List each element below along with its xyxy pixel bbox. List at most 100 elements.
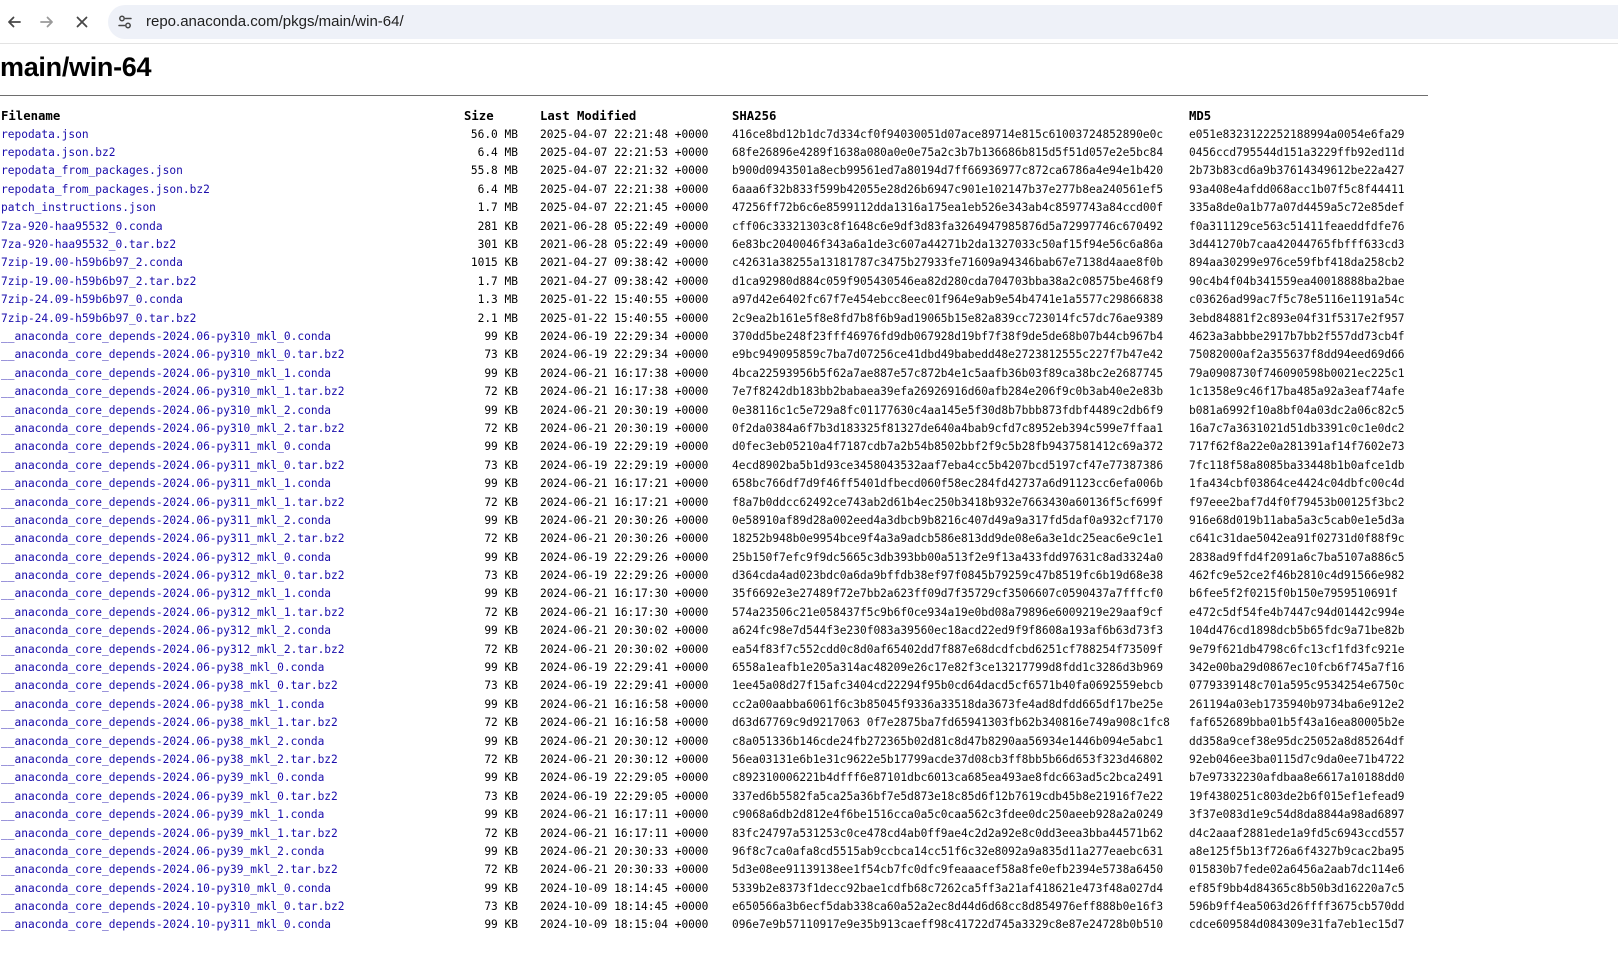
file-link[interactable]: __anaconda_core_depends-2024.06-py39_mkl… bbox=[1, 790, 338, 803]
last-modified-cell: 2024-06-21 20:30:26 +0000 bbox=[540, 513, 709, 527]
md5-cell: 90c4b4f04b341559ea40018888ba2bae bbox=[1189, 274, 1405, 288]
filename-cell: repodata.json.bz2 bbox=[0, 143, 464, 161]
file-link[interactable]: 7zip-19.00-h59b6b97_2.conda bbox=[1, 256, 183, 269]
page-title: main/win-64 bbox=[0, 52, 152, 82]
size-cell: 72 KB bbox=[484, 716, 518, 730]
address-bar[interactable]: repo.anaconda.com/pkgs/main/win-64/ bbox=[108, 5, 1618, 39]
file-link[interactable]: 7zip-19.00-h59b6b97_2.tar.bz2 bbox=[1, 275, 196, 288]
file-link[interactable]: __anaconda_core_depends-2024.10-py310_mk… bbox=[1, 882, 331, 895]
file-link[interactable]: __anaconda_core_depends-2024.06-py311_mk… bbox=[1, 440, 331, 453]
file-link[interactable]: 7za-920-haa95532_0.conda bbox=[1, 220, 163, 233]
md5-cell: 894aa30299e976ce59fbf418da258cb2 bbox=[1189, 256, 1405, 270]
table-row: 7zip-24.09-h59b6b97_0.conda 1.3 MB 2025-01… bbox=[0, 291, 1428, 309]
file-link[interactable]: __anaconda_core_depends-2024.06-py310_mk… bbox=[1, 422, 345, 435]
size-cell: 72 KB bbox=[484, 752, 518, 766]
sha256-cell: 68fe26896e4289f1638a080a0e0e75a2c3b7b136… bbox=[732, 146, 1164, 160]
file-link[interactable]: __anaconda_core_depends-2024.06-py311_mk… bbox=[1, 532, 345, 545]
file-link[interactable]: __anaconda_core_depends-2024.06-py311_mk… bbox=[1, 477, 331, 490]
filename-cell: __anaconda_core_depends-2024.06-py312_mk… bbox=[0, 566, 464, 584]
filename-cell: __anaconda_core_depends-2024.06-py39_mkl… bbox=[0, 861, 464, 879]
file-link[interactable]: repodata_from_packages.json.bz2 bbox=[1, 183, 210, 196]
filename-cell: __anaconda_core_depends-2024.06-py311_mk… bbox=[0, 530, 464, 548]
file-link[interactable]: __anaconda_core_depends-2024.06-py38_mkl… bbox=[1, 735, 324, 748]
file-link[interactable]: __anaconda_core_depends-2024.06-py39_mkl… bbox=[1, 845, 324, 858]
last-modified-cell: 2024-06-21 16:17:30 +0000 bbox=[540, 605, 709, 619]
table-header-row: Filename Size Last Modified SHA256 MD5 bbox=[0, 106, 1428, 125]
table-row: __anaconda_core_depends-2024.06-py310_mk… bbox=[0, 401, 1428, 419]
size-cell: 99 KB bbox=[484, 366, 518, 380]
sha256-cell: 5d3e08ee91139138ee1f54cb7fc0dfc9feaaacef… bbox=[732, 863, 1164, 877]
file-link[interactable]: __anaconda_core_depends-2024.06-py39_mkl… bbox=[1, 808, 324, 821]
file-link[interactable]: repodata.json bbox=[1, 128, 89, 141]
sha256-cell: cc2a00aabba6061f6c3b85045f9336a33518da36… bbox=[732, 697, 1164, 711]
size-cell: 1.3 MB bbox=[477, 293, 518, 307]
table-row: 7zip-19.00-h59b6b97_2.conda 1015 KB 2021-0… bbox=[0, 254, 1428, 272]
file-link[interactable]: __anaconda_core_depends-2024.06-py311_mk… bbox=[1, 459, 345, 472]
sha256-cell: 35f6692e3e27489f72e7bb2a623ff09d7f35729c… bbox=[732, 587, 1164, 601]
file-link[interactable]: __anaconda_core_depends-2024.06-py310_mk… bbox=[1, 367, 331, 380]
filename-cell: __anaconda_core_depends-2024.06-py310_mk… bbox=[0, 401, 464, 419]
size-cell: 2.1 MB bbox=[477, 311, 518, 325]
md5-cell: 717f62f8a22e0a281391af14f7602e73 bbox=[1189, 440, 1405, 454]
filename-cell: __anaconda_core_depends-2024.06-py39_mkl… bbox=[0, 842, 464, 860]
file-link[interactable]: __anaconda_core_depends-2024.06-py312_mk… bbox=[1, 643, 345, 656]
file-link[interactable]: __anaconda_core_depends-2024.10-py311_mk… bbox=[1, 918, 331, 931]
file-link[interactable]: __anaconda_core_depends-2024.06-py39_mkl… bbox=[1, 827, 338, 840]
last-modified-cell: 2024-06-21 16:17:30 +0000 bbox=[540, 587, 709, 601]
header-last-modified: Last Modified bbox=[540, 108, 637, 123]
stop-loading-button[interactable] bbox=[68, 8, 96, 36]
file-link[interactable]: __anaconda_core_depends-2024.06-py312_mk… bbox=[1, 551, 331, 564]
table-row: __anaconda_core_depends-2024.06-py39_mkl… bbox=[0, 842, 1428, 860]
md5-cell: 92eb046ee3ba0115d7c9da0ee71b4722 bbox=[1189, 752, 1405, 766]
filename-cell: 7za-920-haa95532_0.conda bbox=[0, 217, 464, 235]
size-cell: 99 KB bbox=[484, 587, 518, 601]
header-filename: Filename bbox=[1, 108, 61, 123]
url-text[interactable]: repo.anaconda.com/pkgs/main/win-64/ bbox=[146, 5, 404, 39]
file-link[interactable]: repodata_from_packages.json bbox=[1, 164, 183, 177]
forward-button[interactable] bbox=[33, 8, 61, 36]
md5-cell: 0456ccd795544d151a3229ffb92ed11d bbox=[1189, 146, 1405, 160]
site-info-button[interactable] bbox=[112, 9, 138, 35]
file-link[interactable]: __anaconda_core_depends-2024.06-py38_mkl… bbox=[1, 661, 324, 674]
file-link[interactable]: __anaconda_core_depends-2024.06-py312_mk… bbox=[1, 606, 345, 619]
header-divider bbox=[0, 95, 1428, 96]
last-modified-cell: 2024-06-19 22:29:19 +0000 bbox=[540, 458, 709, 472]
size-cell: 99 KB bbox=[484, 734, 518, 748]
table-row: __anaconda_core_depends-2024.10-py311_mk… bbox=[0, 916, 1428, 934]
file-link[interactable]: __anaconda_core_depends-2024.06-py310_mk… bbox=[1, 385, 345, 398]
file-link[interactable]: __anaconda_core_depends-2024.06-py38_mkl… bbox=[1, 716, 338, 729]
sha256-cell: c9068a6db2d812e4f6be1516cca0a5c0caa562c3… bbox=[732, 808, 1164, 822]
file-link[interactable]: __anaconda_core_depends-2024.06-py311_mk… bbox=[1, 496, 345, 509]
header-sha256: SHA256 bbox=[732, 108, 777, 123]
file-link[interactable]: __anaconda_core_depends-2024.06-py312_mk… bbox=[1, 587, 331, 600]
size-cell: 6.4 MB bbox=[477, 146, 518, 160]
size-cell: 99 KB bbox=[484, 403, 518, 417]
file-link[interactable]: 7zip-24.09-h59b6b97_0.tar.bz2 bbox=[1, 312, 196, 325]
sha256-cell: 337ed6b5582fa5ca25a36bf7e5d873e18c85d6f1… bbox=[732, 789, 1164, 803]
back-button[interactable] bbox=[0, 8, 28, 36]
file-link[interactable]: __anaconda_core_depends-2024.06-py38_mkl… bbox=[1, 753, 338, 766]
file-link[interactable]: patch_instructions.json bbox=[1, 201, 156, 214]
close-icon bbox=[76, 16, 88, 28]
md5-cell: 75082000af2a355637f8dd94eed69d66 bbox=[1189, 348, 1405, 362]
file-link[interactable]: __anaconda_core_depends-2024.06-py38_mkl… bbox=[1, 679, 338, 692]
file-link[interactable]: __anaconda_core_depends-2024.06-py311_mk… bbox=[1, 514, 331, 527]
file-link[interactable]: 7zip-24.09-h59b6b97_0.conda bbox=[1, 293, 183, 306]
size-cell: 99 KB bbox=[484, 440, 518, 454]
table-row: __anaconda_core_depends-2024.10-py310_mk… bbox=[0, 879, 1428, 897]
filename-cell: __anaconda_core_depends-2024.06-py38_mkl… bbox=[0, 695, 464, 713]
file-link[interactable]: __anaconda_core_depends-2024.06-py38_mkl… bbox=[1, 698, 324, 711]
file-link[interactable]: __anaconda_core_depends-2024.06-py39_mkl… bbox=[1, 863, 338, 876]
file-link[interactable]: repodata.json.bz2 bbox=[1, 146, 116, 159]
file-link[interactable]: __anaconda_core_depends-2024.10-py310_mk… bbox=[1, 900, 345, 913]
filename-cell: __anaconda_core_depends-2024.06-py38_mkl… bbox=[0, 750, 464, 768]
file-link[interactable]: __anaconda_core_depends-2024.06-py310_mk… bbox=[1, 330, 331, 343]
file-link[interactable]: __anaconda_core_depends-2024.06-py312_mk… bbox=[1, 624, 331, 637]
size-cell: 99 KB bbox=[484, 477, 518, 491]
file-link[interactable]: __anaconda_core_depends-2024.06-py39_mkl… bbox=[1, 771, 324, 784]
filename-cell: __anaconda_core_depends-2024.06-py312_mk… bbox=[0, 548, 464, 566]
file-link[interactable]: 7za-920-haa95532_0.tar.bz2 bbox=[1, 238, 176, 251]
file-link[interactable]: __anaconda_core_depends-2024.06-py310_mk… bbox=[1, 348, 345, 361]
file-link[interactable]: __anaconda_core_depends-2024.06-py310_mk… bbox=[1, 404, 331, 417]
file-link[interactable]: __anaconda_core_depends-2024.06-py312_mk… bbox=[1, 569, 345, 582]
